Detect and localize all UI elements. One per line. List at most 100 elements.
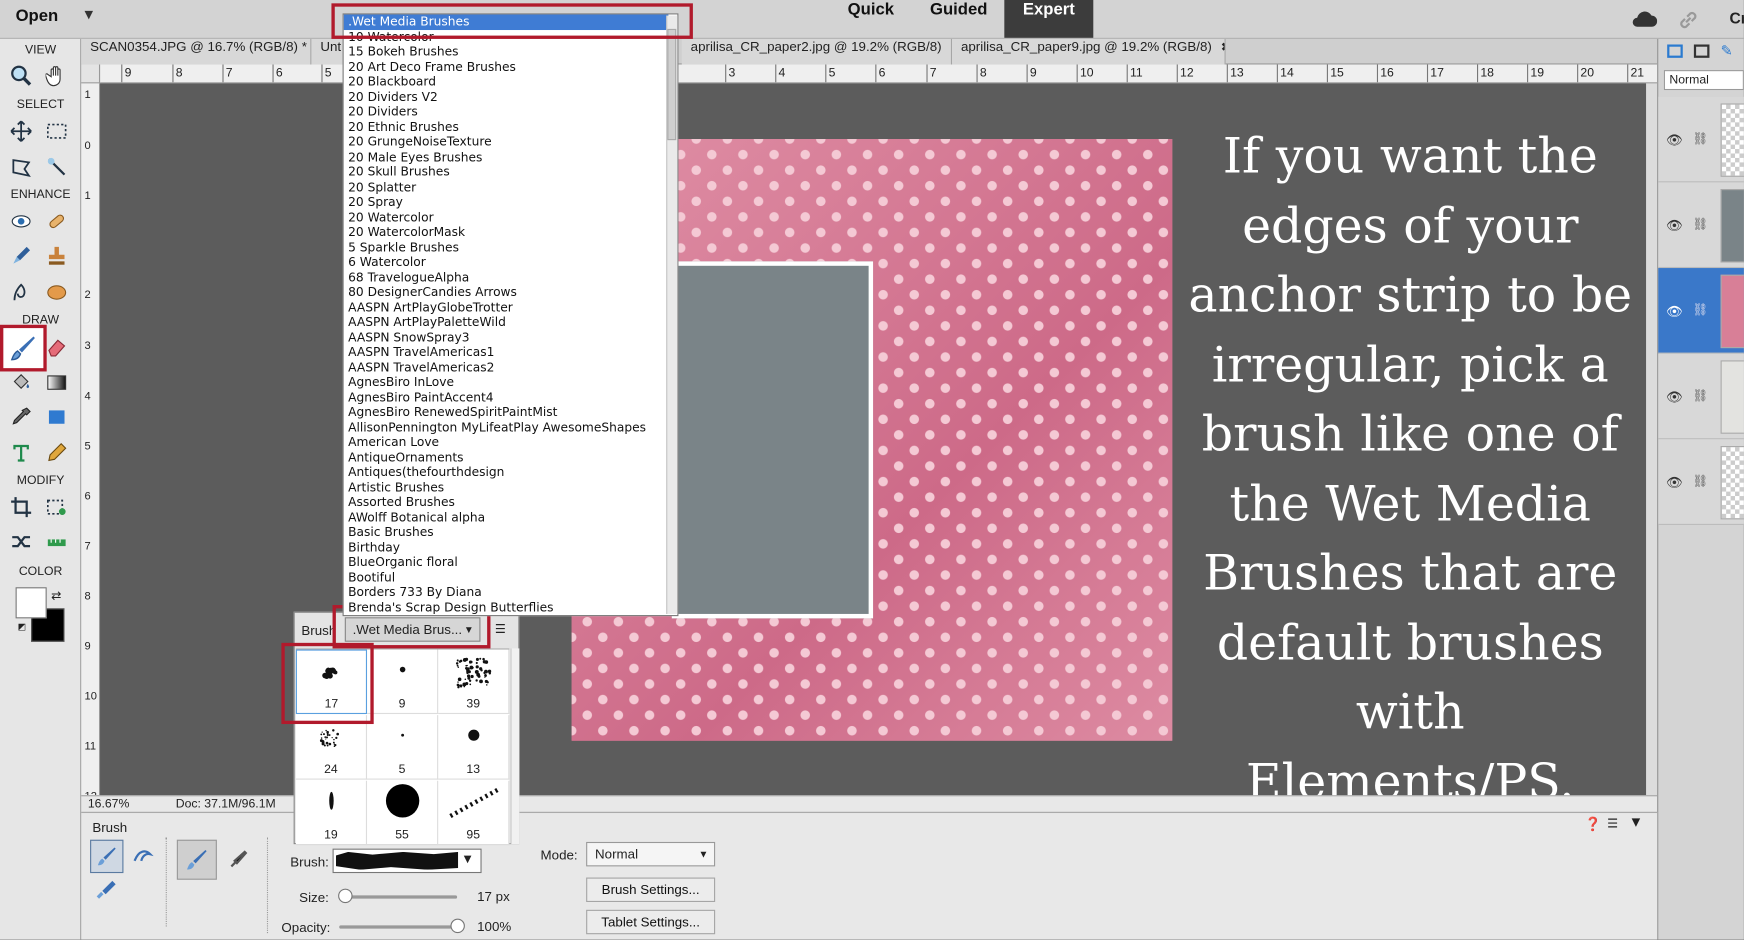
dropdown-item[interactable]: 20 Splatter (344, 180, 669, 195)
chevron-down-icon[interactable]: ▼ (464, 854, 472, 865)
visibility-eye-icon[interactable]: 👁 (1666, 132, 1683, 148)
dropdown-item[interactable]: Assorted Brushes (344, 495, 669, 510)
brush-preset-5[interactable]: 5 (367, 715, 439, 780)
layer-row[interactable]: 👁 ⛓ (1658, 96, 1744, 183)
straighten-tool-icon[interactable] (42, 527, 71, 556)
brush-settings-button[interactable]: Brush Settings... (586, 877, 716, 902)
rectangle-tool-icon[interactable] (42, 403, 71, 432)
dropdown-item[interactable]: Bootiful (344, 570, 669, 585)
opacity-slider[interactable] (339, 925, 458, 929)
layer-row[interactable]: 👁 ⛓ (1658, 439, 1744, 525)
photo-placeholder[interactable] (671, 261, 874, 619)
recompose-tool-icon[interactable] (42, 493, 71, 522)
dropdown-item[interactable]: 20 GrungeNoiseTexture (344, 135, 669, 150)
dropdown-item[interactable]: Basic Brushes (344, 525, 669, 540)
document-tab[interactable]: Unt (311, 38, 345, 65)
dropdown-scroll-thumb[interactable] (667, 28, 677, 141)
opacity-value[interactable]: 100% (477, 919, 511, 935)
brush-preset-24[interactable]: 24 (295, 715, 368, 780)
paint-bucket-tool-icon[interactable] (7, 368, 36, 397)
brush-preset-19[interactable]: 19 (295, 780, 368, 846)
dropdown-item[interactable]: Antiques(thefourthdesign (344, 465, 669, 480)
brush-preset-55[interactable]: 55 (367, 780, 439, 846)
visibility-eye-icon[interactable]: 👁 (1666, 304, 1683, 320)
document-tab[interactable]: SCAN0354.JPG @ 16.7% (RGB/8) *✖ (81, 38, 312, 65)
dropdown-item[interactable]: Birthday (344, 540, 669, 555)
clone-stamp-tool-icon[interactable] (42, 241, 71, 270)
lasso-tool-icon[interactable] (7, 152, 36, 181)
dropdown-item[interactable]: 15 Bokeh Brushes (344, 44, 669, 59)
link-icon[interactable]: ⛓ (1693, 217, 1709, 231)
dropdown-item[interactable]: AASPN TravelAmericas2 (344, 360, 669, 375)
brush-mode-icon[interactable] (90, 839, 124, 874)
opacity-slider-handle[interactable] (450, 918, 465, 934)
visibility-eye-icon[interactable]: 👁 (1666, 218, 1683, 234)
dropdown-item[interactable]: AgnesBiro InLove (344, 375, 669, 390)
help-icon[interactable]: ❓ (1585, 816, 1602, 832)
color-replacement-icon[interactable] (90, 873, 123, 906)
dropdown-item[interactable]: Borders 733 By Diana (344, 585, 669, 600)
dropdown-item[interactable]: 20 Ethnic Brushes (344, 120, 669, 135)
tablet-settings-button[interactable]: Tablet Settings... (586, 909, 716, 935)
dropdown-item[interactable]: AgnesBiro PaintAccent4 (344, 390, 669, 405)
type-tool-icon[interactable] (7, 438, 36, 467)
eraser-tool-icon[interactable] (42, 333, 71, 362)
move-tool-icon[interactable] (7, 117, 36, 146)
dropdown-item[interactable]: 80 DesignerCandies Arrows (344, 285, 669, 300)
zoom-tool-icon[interactable] (7, 61, 36, 90)
impressionist-brush-icon[interactable] (126, 840, 159, 873)
open-button[interactable]: Open (16, 7, 59, 26)
cloud-icon[interactable] (1630, 10, 1658, 28)
document-tab[interactable]: aprilisa_CR_paper9.jpg @ 19.2% (RGB/8) ✖ (952, 38, 1226, 65)
link-icon[interactable] (1677, 9, 1699, 31)
gradient-tool-icon[interactable] (42, 368, 71, 397)
default-colors-icon[interactable]: ◩ (18, 622, 26, 632)
brush-grid-scrollbar[interactable] (510, 648, 520, 845)
dropdown-item[interactable]: AllisonPennington MyLifeatPlay AwesomeSh… (344, 420, 669, 435)
brush-preset-95[interactable]: 95 (438, 780, 510, 846)
crop-tool-icon[interactable] (7, 493, 36, 522)
dropdown-item[interactable]: 20 Art Deco Frame Brushes (344, 60, 669, 75)
brush-preset-picker[interactable]: ▼ (332, 848, 482, 874)
mode-select[interactable]: Normal ▼ (586, 841, 716, 867)
panel-menu-icon[interactable]: ☰ (1607, 816, 1618, 830)
popup-menu-icon[interactable]: ☰ (495, 622, 506, 636)
link-icon[interactable]: ⛓ (1693, 474, 1709, 488)
visibility-eye-icon[interactable]: 👁 (1666, 475, 1683, 491)
layer-row[interactable]: 👁 ⛓ (1658, 353, 1744, 440)
blur-tool-icon[interactable] (7, 277, 36, 306)
dropdown-item[interactable]: AgnesBiro RenewedSpiritPaintMist (344, 405, 669, 420)
size-slider-handle[interactable] (338, 888, 353, 904)
dropdown-item[interactable]: 20 Male Eyes Brushes (344, 150, 669, 165)
hand-tool-icon[interactable] (42, 61, 71, 90)
canvas-scrollbar[interactable] (1646, 83, 1658, 796)
size-slider[interactable] (339, 895, 458, 899)
sponge-tool-icon[interactable] (42, 277, 71, 306)
foreground-color-swatch[interactable] (15, 587, 47, 619)
open-dropdown-icon[interactable]: ▼ (85, 9, 94, 21)
brush-preset-13[interactable]: 13 (438, 715, 510, 780)
dropdown-item[interactable]: 20 Skull Brushes (344, 165, 669, 180)
size-value[interactable]: 17 px (477, 889, 510, 905)
dropdown-item[interactable]: 20 Spray (344, 195, 669, 210)
quick-selection-tool-icon[interactable] (42, 152, 71, 181)
link-icon[interactable]: ⛓ (1693, 388, 1709, 402)
chevron-down-icon[interactable]: ▼ (1632, 816, 1641, 828)
dropdown-item[interactable]: 20 Blackboard (344, 75, 669, 90)
new-layer-icon[interactable] (1693, 44, 1710, 58)
zoom-level[interactable]: 16.67% (88, 797, 129, 810)
dropdown-item[interactable]: 68 TravelogueAlpha (344, 270, 669, 285)
link-icon[interactable]: ⛓ (1693, 131, 1709, 145)
dropdown-item[interactable]: 6 Watercolor (344, 255, 669, 270)
dropdown-item[interactable]: AASPN ArtPlayGlobeTrotter (344, 300, 669, 315)
swap-colors-icon[interactable]: ⇄ (51, 588, 61, 602)
layers-icon[interactable] (1667, 44, 1683, 58)
mode-expert-tab[interactable]: Expert (1004, 0, 1094, 38)
smart-brush-tool-icon[interactable] (7, 241, 36, 270)
red-eye-tool-icon[interactable] (7, 207, 36, 236)
dropdown-item[interactable]: AWolff Botanical alpha (344, 510, 669, 525)
chevron-down-icon[interactable]: ▼ (699, 843, 709, 865)
airbrush-toggle-icon[interactable] (176, 839, 217, 880)
dropdown-item[interactable]: AASPN ArtPlayPaletteWild (344, 315, 669, 330)
layer-row-selected[interactable]: 👁 ⛓ (1658, 268, 1744, 354)
